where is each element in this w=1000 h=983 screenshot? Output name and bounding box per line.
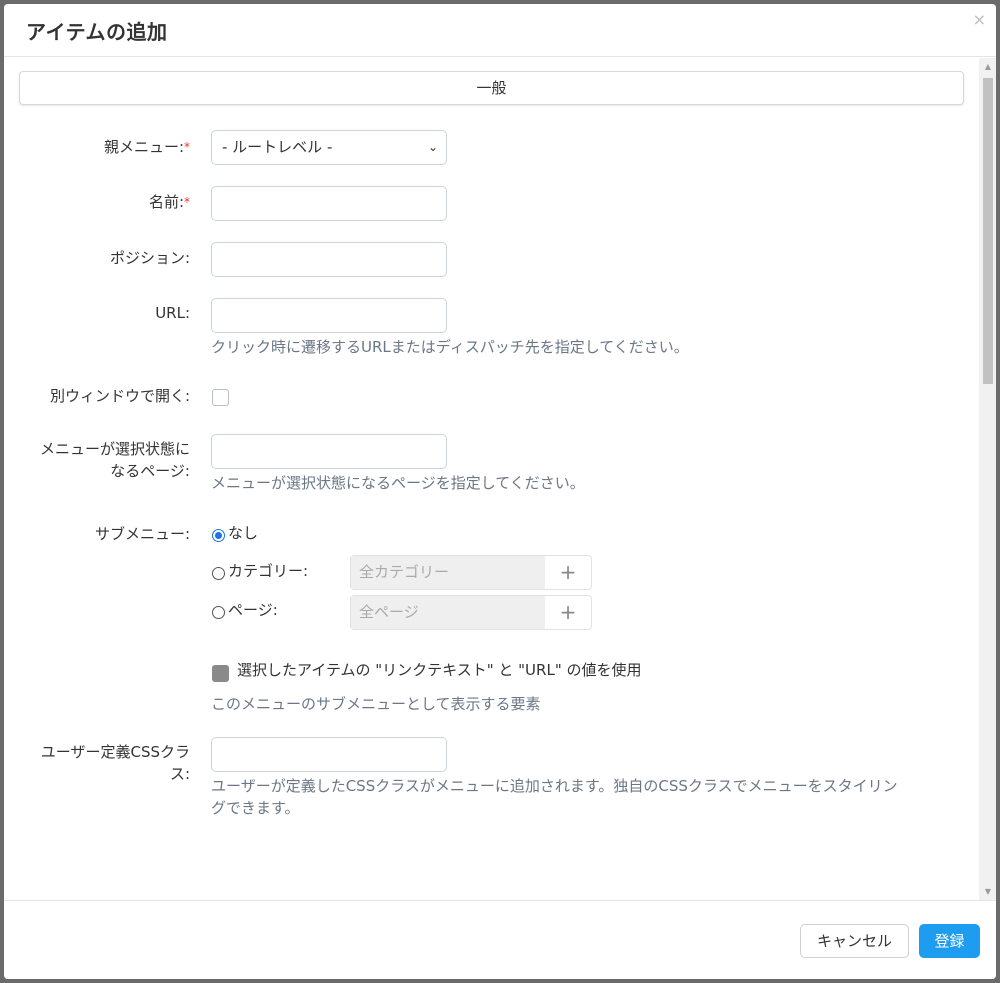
chevron-down-icon: ⌄: [427, 140, 438, 154]
dialog-footer: キャンセル 登録: [4, 900, 996, 979]
open-new-window-checkbox[interactable]: [212, 389, 229, 406]
custom-css-help-line2: グできます。: [211, 799, 300, 817]
name-input[interactable]: [211, 186, 447, 221]
url-input[interactable]: [211, 298, 447, 333]
parent-menu-select[interactable]: - ルートレベル - ⌄: [211, 130, 447, 165]
url-label: URL:: [155, 304, 190, 322]
category-picker-value: 全カテゴリー: [351, 556, 545, 589]
position-input[interactable]: [211, 242, 447, 277]
name-label-text: 名前:: [148, 193, 184, 211]
add-item-dialog: アイテムの追加 × 一般 親メニュー:* - ルートレベル - ⌄ 名前:* ポ…: [4, 4, 996, 979]
custom-css-label-line1: ユーザー定義CSSクラ: [40, 743, 190, 761]
dialog-header: アイテムの追加 ×: [4, 4, 996, 57]
submenu-help: このメニューのサブメニューとして表示する要素: [211, 695, 541, 713]
category-picker[interactable]: 全カテゴリー +: [350, 555, 592, 590]
selected-page-input[interactable]: [211, 434, 447, 469]
add-category-button[interactable]: +: [545, 556, 591, 589]
custom-css-help: ユーザーが定義したCSSクラスがメニューに追加されます。独自のCSSクラスでメニ…: [211, 775, 898, 819]
custom-css-label: ユーザー定義CSSクラ ス:: [10, 741, 190, 785]
use-values-label: 選択したアイテムの "リンクテキスト" と "URL" の値を使用: [237, 661, 642, 679]
parent-menu-value: - ルートレベル -: [222, 138, 333, 156]
submenu-category-radio[interactable]: [212, 567, 225, 580]
submenu-category-label: カテゴリー:: [228, 562, 309, 580]
body-scrollbar[interactable]: ▲ ▼: [979, 58, 996, 900]
save-button[interactable]: 登録: [919, 924, 980, 958]
selected-page-label: メニューが選択状態に なるページ:: [10, 438, 190, 482]
parent-menu-label-text: 親メニュー:: [103, 138, 184, 156]
page-picker[interactable]: 全ページ +: [350, 595, 592, 630]
open-new-window-label: 別ウィンドウで開く:: [49, 387, 190, 405]
position-label: ポジション:: [109, 249, 190, 267]
close-icon[interactable]: ×: [973, 10, 986, 29]
custom-css-input[interactable]: [211, 737, 447, 772]
page-picker-value: 全ページ: [351, 596, 545, 629]
submenu-none-label: なし: [228, 524, 259, 542]
add-page-button[interactable]: +: [545, 596, 591, 629]
section-general-toggle[interactable]: 一般: [19, 71, 964, 105]
dialog-title: アイテムの追加: [26, 20, 168, 44]
scroll-down-arrow-icon[interactable]: ▼: [983, 887, 993, 896]
cancel-button[interactable]: キャンセル: [800, 924, 909, 958]
name-label: 名前:*: [10, 191, 190, 213]
required-mark: *: [184, 195, 190, 209]
use-values-checkbox[interactable]: [212, 665, 229, 682]
submenu-none-radio[interactable]: [212, 529, 225, 542]
custom-css-label-line2: ス:: [169, 765, 190, 783]
selected-page-help: メニューが選択状態になるページを指定してください。: [211, 474, 585, 492]
scroll-up-arrow-icon[interactable]: ▲: [983, 62, 993, 71]
selected-page-label-line2: なるページ:: [110, 462, 190, 480]
dialog-body: 一般 親メニュー:* - ルートレベル - ⌄ 名前:* ポジション: URL:…: [4, 58, 996, 900]
submenu-label: サブメニュー:: [94, 525, 190, 543]
url-help: クリック時に遷移するURLまたはディスパッチ先を指定してください。: [211, 338, 689, 356]
parent-menu-label: 親メニュー:*: [10, 136, 190, 158]
submenu-page-radio[interactable]: [212, 606, 225, 619]
scrollbar-thumb[interactable]: [983, 78, 993, 384]
submenu-page-label: ページ:: [228, 601, 278, 619]
required-mark: *: [184, 140, 190, 154]
selected-page-label-line1: メニューが選択状態に: [39, 440, 190, 458]
custom-css-help-line1: ユーザーが定義したCSSクラスがメニューに追加されます。独自のCSSクラスでメニ…: [211, 777, 898, 795]
